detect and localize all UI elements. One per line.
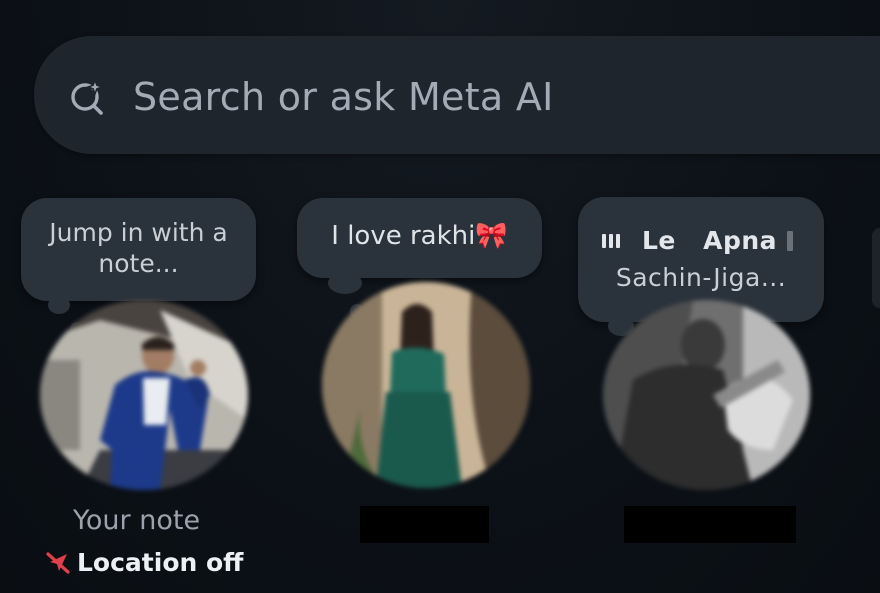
note-bubble-tail — [328, 272, 362, 294]
song-title: Le Apna — [642, 226, 778, 255]
location-status[interactable]: Location off — [45, 548, 243, 577]
search-sparkle-icon — [71, 78, 105, 115]
avatar-friend-1[interactable] — [322, 282, 530, 488]
note-bubble-friend-1[interactable]: I love rakhi🎀 — [297, 198, 542, 278]
song-artist: Sachin-Jiga... — [615, 263, 787, 292]
location-off-icon — [46, 551, 70, 574]
avatar-friend-2[interactable] — [603, 300, 810, 490]
note-bubble-own[interactable]: Jump in with a note... — [21, 198, 256, 301]
username-redacted — [360, 506, 489, 543]
location-status-text: Location off — [77, 548, 244, 577]
notes-tray: Search or ask Meta AI Jump in with a not… — [0, 0, 880, 593]
note-prompt-text: Jump in with a note... — [49, 218, 228, 278]
username-redacted — [624, 506, 796, 543]
avatar-own[interactable] — [40, 300, 248, 490]
search-input[interactable]: Search or ask Meta AI — [133, 74, 554, 120]
next-note-peek — [872, 228, 880, 308]
song-title-fade — [787, 230, 794, 251]
song-line: Le Apna — [602, 226, 794, 255]
own-note-label: Your note — [73, 505, 201, 536]
note-bubble-tail — [48, 296, 70, 314]
music-bars-icon — [602, 233, 620, 248]
note-text: I love rakhi🎀 — [331, 221, 508, 251]
